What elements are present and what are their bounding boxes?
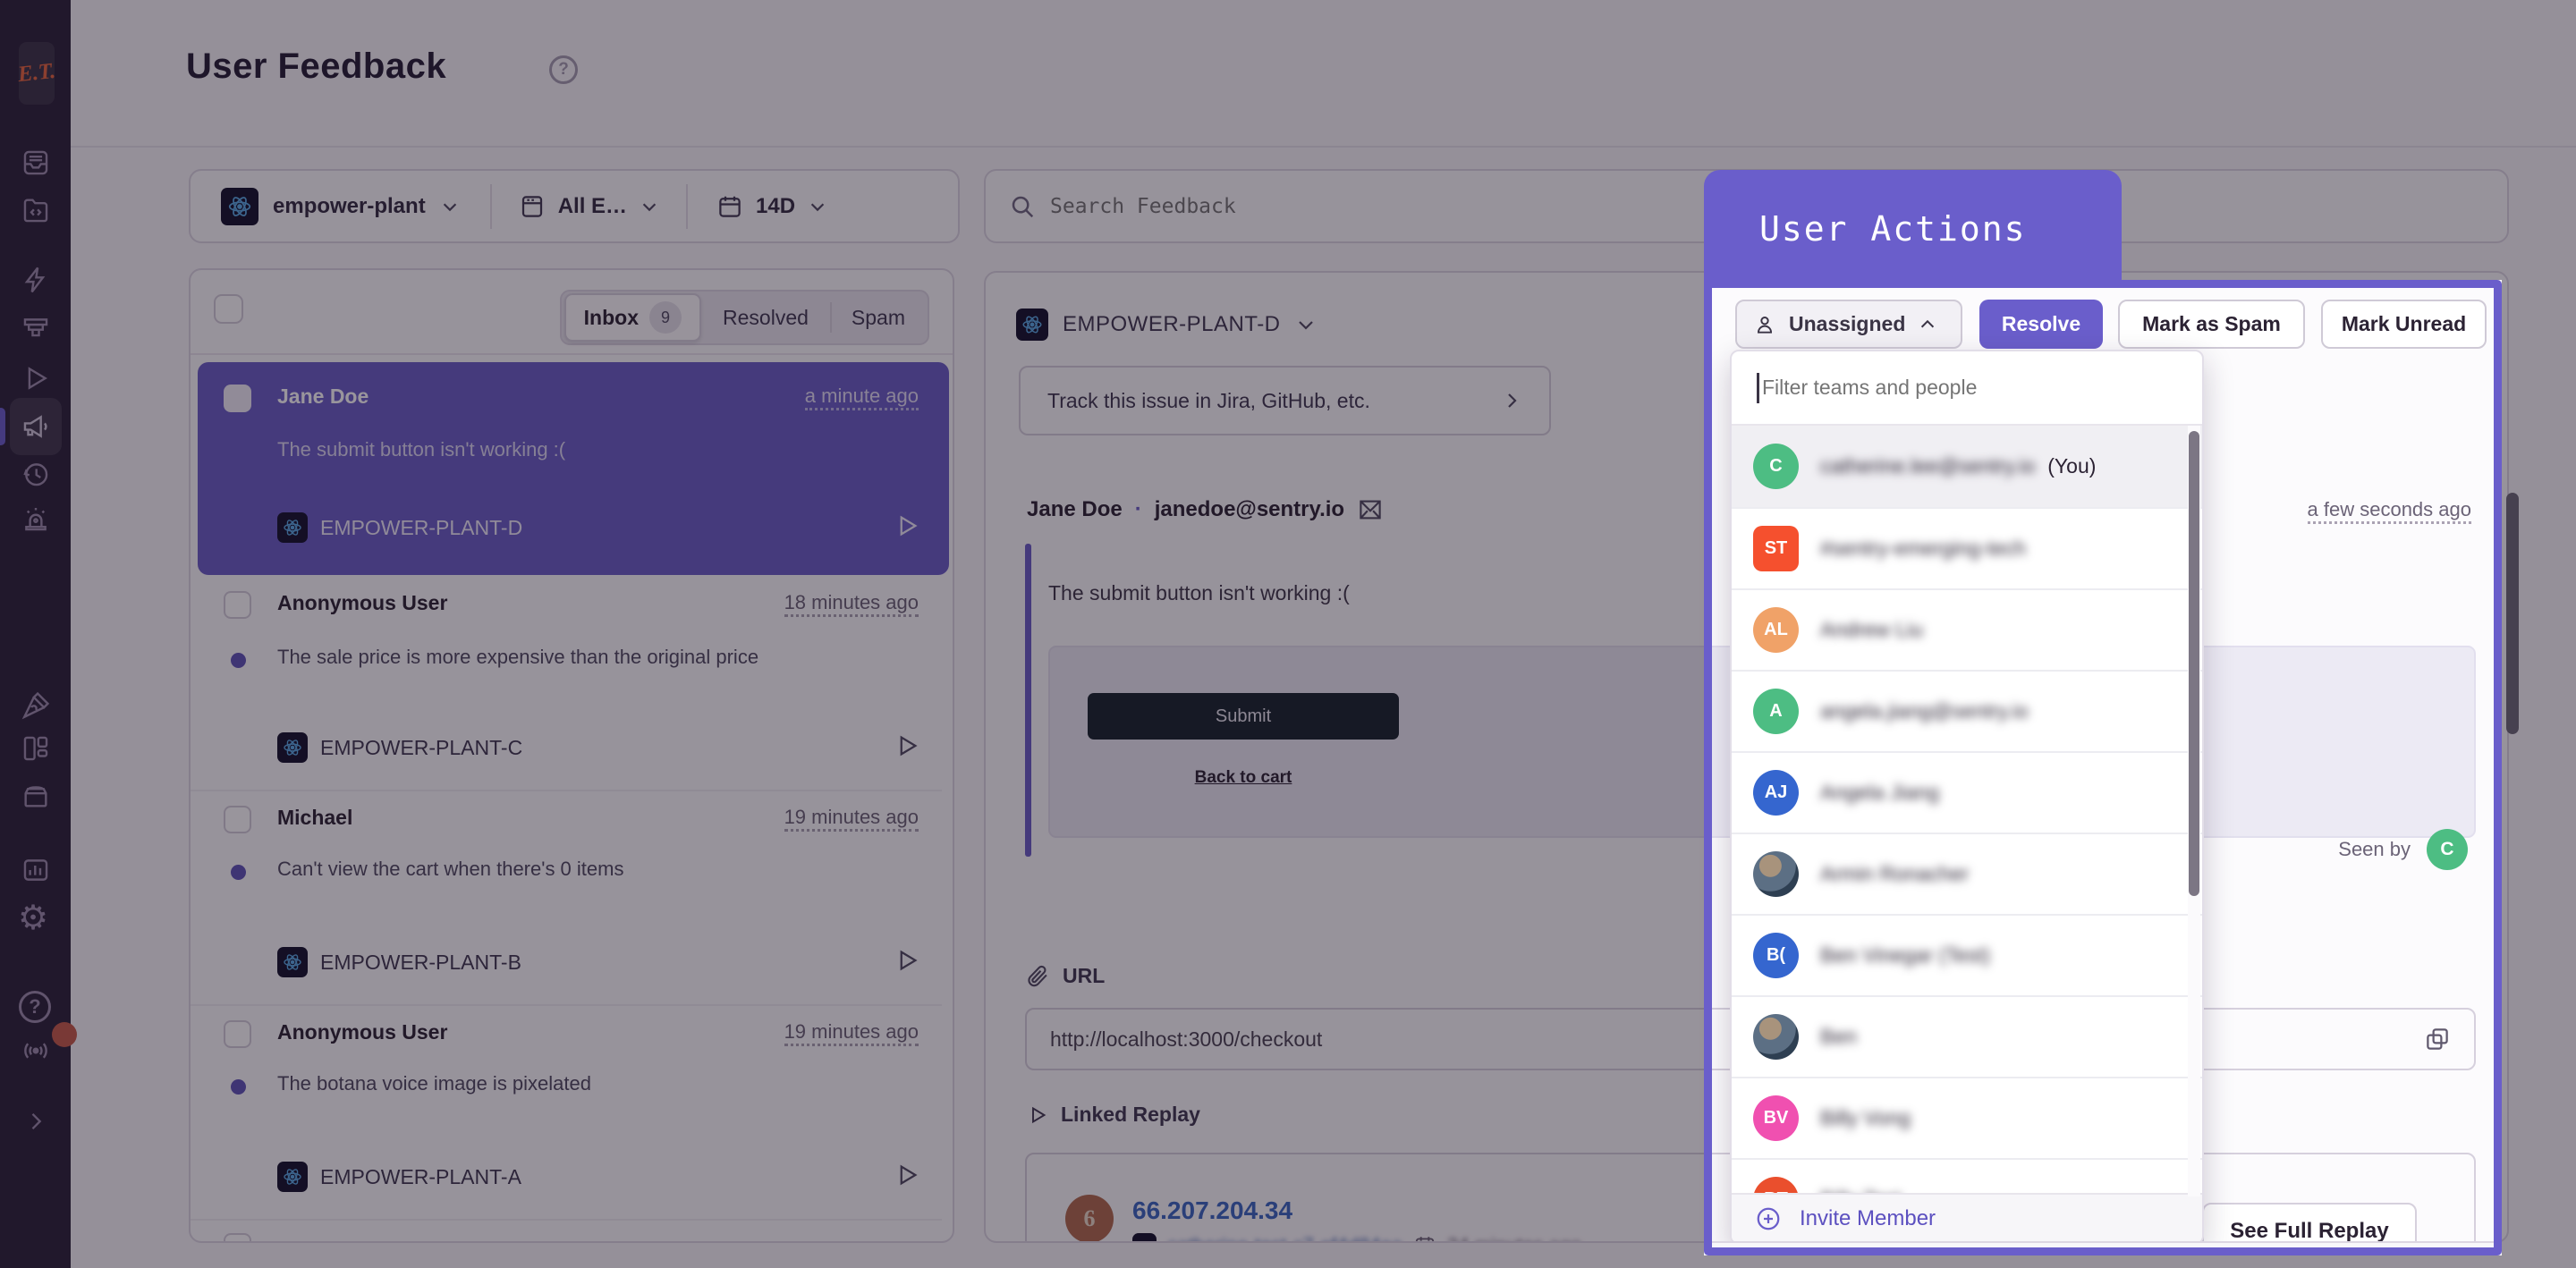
spotlight-label-text: User Actions (1759, 209, 2027, 249)
spotlight-label: User Actions (1704, 170, 2122, 288)
dim-overlay-top (0, 0, 2576, 280)
spotlight-border (1704, 280, 2502, 1255)
dim-overlay-right (2502, 280, 2576, 1255)
user-feedback-page: E.T. ⚙ ? User Feedback ? empower-plant (0, 0, 2576, 1268)
dim-overlay-bottom (0, 1255, 2576, 1268)
dim-overlay-left (0, 280, 1704, 1255)
